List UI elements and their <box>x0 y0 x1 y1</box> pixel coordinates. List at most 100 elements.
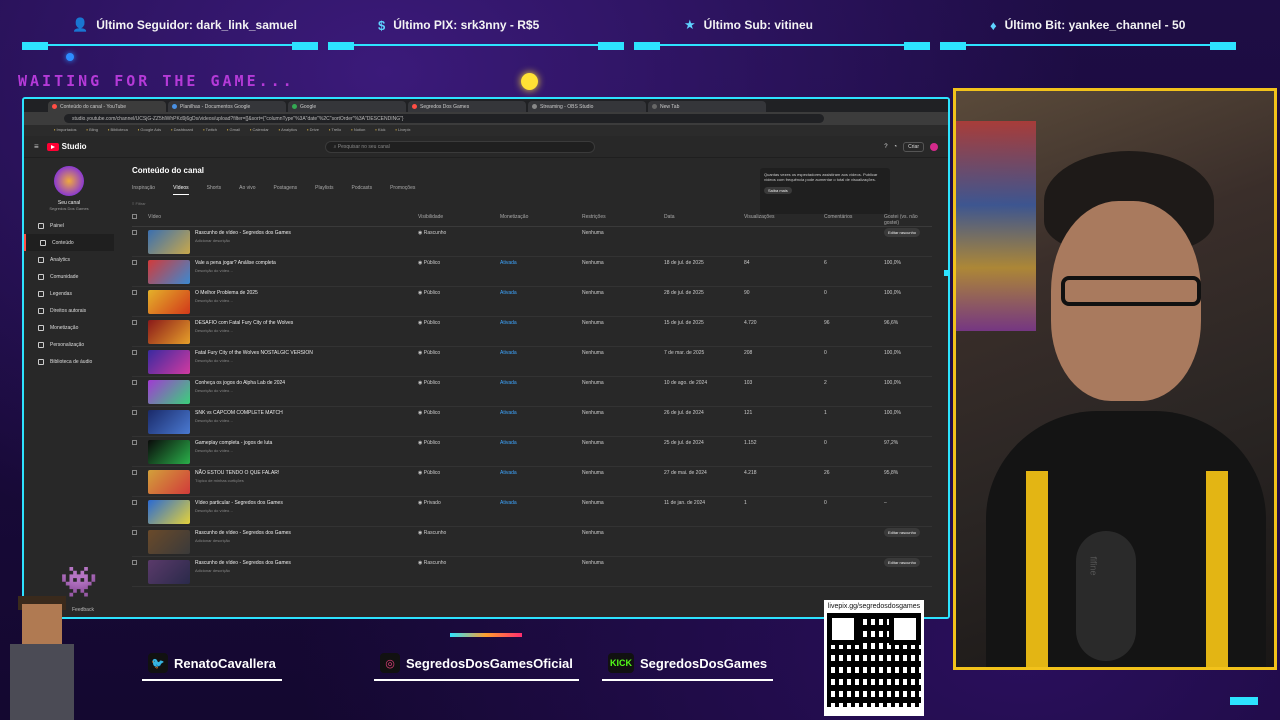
video-title[interactable]: Rascunho de vídeo - Segredos dos Games <box>195 230 291 236</box>
studio-logo[interactable]: Studio <box>46 142 87 151</box>
visibility-cell[interactable]: ◉ Público <box>418 407 500 437</box>
row-checkbox[interactable] <box>132 407 148 437</box>
avatar[interactable] <box>930 142 938 151</box>
table-row[interactable]: DESAFIO com Fatal Fury City of the Wolve… <box>132 317 932 347</box>
video-thumbnail[interactable] <box>148 470 190 494</box>
bookmark[interactable]: Livepix <box>395 127 410 136</box>
table-row[interactable]: Vídeo particular - Segredos dos Games Des… <box>132 497 932 527</box>
video-thumbnail[interactable] <box>148 320 190 344</box>
table-row[interactable]: SNK vs CAPCOM COMPLETE MATCH Descrição do… <box>132 407 932 437</box>
table-row[interactable]: Rascunho de vídeo - Segredos dos Games Ad… <box>132 527 932 557</box>
visibility-cell[interactable]: ◉ Rascunho <box>418 227 500 257</box>
sidebar-item-painel[interactable]: Painel <box>24 217 114 234</box>
video-thumbnail[interactable] <box>148 230 190 254</box>
video-cell[interactable]: Rascunho de vídeo - Segredos dos Games Ad… <box>148 557 418 587</box>
column-header[interactable]: Gostei (vs. não gostei) <box>884 211 932 227</box>
help-icon[interactable]: ? <box>884 144 887 150</box>
bookmark[interactable]: Dashboard <box>171 127 194 136</box>
bookmark[interactable]: Trello <box>329 127 341 136</box>
video-thumbnail[interactable] <box>148 440 190 464</box>
sidebar-item-legendas[interactable]: Legendas <box>24 285 114 302</box>
edit-draft-button[interactable]: Editar rascunho <box>884 558 921 567</box>
video-title[interactable]: O Melhor Problema de 2025 <box>195 290 258 296</box>
bookmark[interactable]: Analytics <box>279 127 297 136</box>
browser-tab[interactable]: Google <box>288 101 406 112</box>
row-checkbox[interactable] <box>132 377 148 407</box>
sidebar-item-audio[interactable]: Biblioteca de áudio <box>24 353 114 370</box>
video-cell[interactable]: Rascunho de vídeo - Segredos dos Games Ad… <box>148 227 418 257</box>
row-checkbox[interactable] <box>132 257 148 287</box>
bookmark[interactable]: Drive <box>307 127 319 136</box>
create-button[interactable]: Criar <box>903 141 924 152</box>
video-thumbnail[interactable] <box>148 260 190 284</box>
select-all-checkbox[interactable] <box>132 211 148 227</box>
video-title[interactable]: Vídeo particular - Segredos dos Games <box>195 500 283 506</box>
visibility-cell[interactable]: ◉ Público <box>418 437 500 467</box>
table-row[interactable]: Rascunho de vídeo - Segredos dos Games Ad… <box>132 557 932 587</box>
bookmark[interactable]: Kick <box>375 127 386 136</box>
row-checkbox[interactable] <box>132 317 148 347</box>
bookmark[interactable]: Calendar <box>250 127 269 136</box>
table-row[interactable]: NÃO ESTOU TENDO O QUE FALAR! Tópico de mi… <box>132 467 932 497</box>
bookmark[interactable]: Gmail <box>227 127 240 136</box>
video-title[interactable]: NÃO ESTOU TENDO O QUE FALAR! <box>195 470 279 476</box>
video-cell[interactable]: Rascunho de vídeo - Segredos dos Games Ad… <box>148 527 418 557</box>
address-bar[interactable]: studio.youtube.com/channel/UCSjG-ZZ5hlWh… <box>64 114 824 123</box>
visibility-cell[interactable]: ◉ Público <box>418 287 500 317</box>
visibility-cell[interactable]: ◉ Público <box>418 317 500 347</box>
table-row[interactable]: Fatal Fury City of the Wolves NOSTALGIC … <box>132 347 932 377</box>
video-thumbnail[interactable] <box>148 500 190 524</box>
tab-videos[interactable]: Vídeos <box>173 185 189 195</box>
video-title[interactable]: Gameplay completa - jogos de luta <box>195 440 272 446</box>
learn-more-button[interactable]: Saiba mais <box>764 187 792 194</box>
tab-promocoes[interactable]: Promoções <box>390 185 415 195</box>
sidebar-item-personalizacao[interactable]: Personalização <box>24 336 114 353</box>
sidebar-item-comunidade[interactable]: Comunidade <box>24 268 114 285</box>
column-header-date[interactable]: Data <box>664 211 744 227</box>
browser-tab[interactable]: Segredos Dos Games <box>408 101 526 112</box>
bookmark[interactable]: Twitch <box>203 127 217 136</box>
table-row[interactable]: Rascunho de vídeo - Segredos dos Games Ad… <box>132 227 932 257</box>
video-thumbnail[interactable] <box>148 290 190 314</box>
visibility-cell[interactable]: ◉ Rascunho <box>418 557 500 587</box>
video-cell[interactable]: SNK vs CAPCOM COMPLETE MATCH Descrição do… <box>148 407 418 437</box>
column-header[interactable]: Restrições <box>582 211 664 227</box>
row-checkbox[interactable] <box>132 467 148 497</box>
visibility-cell[interactable]: ◉ Rascunho <box>418 527 500 557</box>
visibility-cell[interactable]: ◉ Público <box>418 377 500 407</box>
video-thumbnail[interactable] <box>148 560 190 584</box>
bookmark[interactable]: Importados <box>54 127 77 136</box>
edit-draft-button[interactable]: Editar rascunho <box>884 528 921 537</box>
table-row[interactable]: Gameplay completa - jogos de luta Descriç… <box>132 437 932 467</box>
table-row[interactable]: Conheça os jogos do Alpha Lab de 2024 Des… <box>132 377 932 407</box>
bookmark[interactable]: Bling <box>87 127 98 136</box>
video-thumbnail[interactable] <box>148 350 190 374</box>
browser-tab[interactable]: Conteúdo do canal - YouTube <box>48 101 166 112</box>
video-thumbnail[interactable] <box>148 380 190 404</box>
video-title[interactable]: Fatal Fury City of the Wolves NOSTALGIC … <box>195 350 313 356</box>
channel-avatar[interactable] <box>54 166 84 196</box>
row-checkbox[interactable] <box>132 287 148 317</box>
video-title[interactable]: SNK vs CAPCOM COMPLETE MATCH <box>195 410 283 416</box>
sidebar-item-monetizacao[interactable]: Monetização <box>24 319 114 336</box>
row-checkbox[interactable] <box>132 227 148 257</box>
visibility-cell[interactable]: ◉ Público <box>418 257 500 287</box>
edit-draft-button[interactable]: Editar rascunho <box>884 228 921 237</box>
sidebar-item-direitos[interactable]: Direitos autorais <box>24 302 114 319</box>
tab-podcasts[interactable]: Podcasts <box>352 185 373 195</box>
column-header[interactable]: Monetização <box>500 211 582 227</box>
notification-icon[interactable]: ◔ <box>894 144 898 150</box>
visibility-cell[interactable]: ◉ Público <box>418 467 500 497</box>
tab-inspiracao[interactable]: Inspiração <box>132 185 155 195</box>
bookmark[interactable]: Notion <box>351 127 366 136</box>
visibility-cell[interactable]: ◉ Público <box>418 347 500 377</box>
bookmark[interactable]: Google Ads <box>138 127 161 136</box>
row-checkbox[interactable] <box>132 497 148 527</box>
menu-icon[interactable]: ≡ <box>34 142 39 151</box>
row-checkbox[interactable] <box>132 437 148 467</box>
video-title[interactable]: Conheça os jogos do Alpha Lab de 2024 <box>195 380 285 386</box>
browser-tab[interactable]: Streaming - OBS Studio <box>528 101 646 112</box>
row-checkbox[interactable] <box>132 557 148 587</box>
table-row[interactable]: O Melhor Problema de 2025 Descrição do ví… <box>132 287 932 317</box>
video-cell[interactable]: Conheça os jogos do Alpha Lab de 2024 Des… <box>148 377 418 407</box>
